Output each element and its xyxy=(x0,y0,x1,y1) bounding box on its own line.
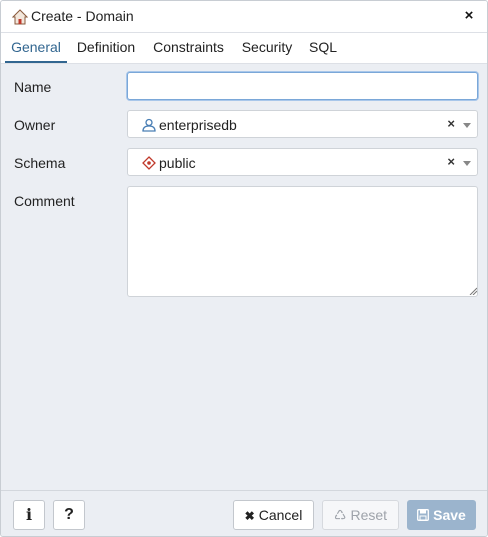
reset-button[interactable]: ♺ Reset xyxy=(322,500,399,530)
schema-label: Schema xyxy=(14,155,66,171)
dialog-footer: i ? ✖ Cancel ♺ Reset Save xyxy=(1,490,487,536)
close-button[interactable]: × xyxy=(461,7,477,25)
create-domain-dialog: Create - Domain × General Definition Con… xyxy=(0,0,488,537)
user-role-icon xyxy=(142,118,156,132)
owner-chevron-down-icon[interactable] xyxy=(463,123,471,128)
recycle-icon: ♺ xyxy=(333,508,347,524)
comment-label: Comment xyxy=(14,193,75,209)
owner-value: enterprisedb xyxy=(159,117,237,133)
dialog-title: Create - Domain xyxy=(31,8,134,24)
tab-bar: General Definition Constraints Security … xyxy=(1,33,487,64)
dialog-titlebar: Create - Domain × xyxy=(1,1,487,33)
tab-sql[interactable]: SQL xyxy=(306,33,340,61)
schema-icon xyxy=(142,156,156,170)
schema-select[interactable]: public × xyxy=(127,148,478,176)
name-input[interactable] xyxy=(127,72,478,100)
owner-select[interactable]: enterprisedb × xyxy=(127,110,478,138)
schema-clear-icon[interactable]: × xyxy=(447,154,455,169)
domain-icon xyxy=(12,9,28,25)
tab-definition[interactable]: Definition xyxy=(74,33,138,61)
cancel-button[interactable]: ✖ Cancel xyxy=(233,500,314,530)
reset-label: Reset xyxy=(350,507,388,523)
info-button[interactable]: i xyxy=(13,500,45,530)
tab-security[interactable]: Security xyxy=(238,33,296,61)
tab-general[interactable]: General xyxy=(5,33,67,63)
schema-chevron-down-icon[interactable] xyxy=(463,161,471,166)
tab-constraints[interactable]: Constraints xyxy=(150,33,227,61)
save-button[interactable]: Save xyxy=(407,500,476,530)
help-icon: ? xyxy=(64,506,74,523)
name-label: Name xyxy=(14,79,52,95)
owner-label: Owner xyxy=(14,117,56,133)
schema-value: public xyxy=(159,155,196,171)
cancel-label: Cancel xyxy=(258,507,303,523)
save-label: Save xyxy=(433,507,466,523)
help-button[interactable]: ? xyxy=(53,500,85,530)
info-icon: i xyxy=(25,505,33,524)
owner-clear-icon[interactable]: × xyxy=(447,116,455,131)
close-icon: ✖ xyxy=(244,509,255,523)
floppy-disk-icon xyxy=(417,509,430,521)
comment-textarea[interactable] xyxy=(127,186,478,297)
resize-handle-icon[interactable] xyxy=(469,287,477,295)
